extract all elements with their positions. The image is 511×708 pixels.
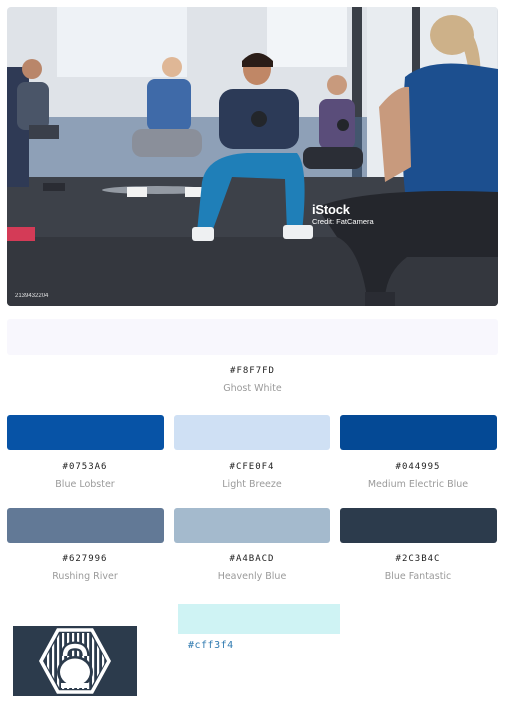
swatch-name: Medium Electric Blue: [367, 479, 469, 490]
swatch-hex: #044995: [395, 462, 441, 472]
swatch-rushing-river[interactable]: [7, 508, 164, 543]
swatch-medium-electric-blue[interactable]: [340, 415, 497, 450]
swatch-hex: #A4BACD: [229, 554, 275, 564]
swatch-blue-lobster[interactable]: [7, 415, 164, 450]
swatch-hex: #627996: [62, 554, 108, 564]
swatch-extra[interactable]: [178, 604, 340, 634]
photo-credit: Credit: FatCamera: [312, 217, 374, 226]
swatch-hex: #CFE0F4: [229, 462, 275, 472]
swatch-name: Rushing River: [52, 571, 118, 582]
swatch-hex: #2C3B4C: [395, 554, 441, 564]
stock-id: 2139432204: [15, 293, 49, 299]
swatch-name: Ghost White: [223, 383, 282, 394]
photo-illustration: [7, 7, 498, 306]
swatch-ghost-white[interactable]: [7, 319, 498, 355]
istock-watermark: iStock: [312, 202, 350, 217]
swatch-hex: #0753A6: [62, 462, 108, 472]
swatch-name: Heavenly Blue: [217, 571, 287, 582]
kettlebell-hexagon-icon: [39, 628, 111, 694]
swatch-name: Blue Lobster: [55, 479, 115, 490]
kettlebell-logo: [13, 626, 137, 696]
swatch-blue-fantastic[interactable]: [340, 508, 497, 543]
swatch-light-breeze[interactable]: [174, 415, 330, 450]
swatch-name: Blue Fantastic: [384, 571, 452, 582]
swatch-heavenly-blue[interactable]: [174, 508, 330, 543]
swatch-extra-hex: #cff3f4: [188, 640, 234, 651]
swatch-name: Light Breeze: [222, 479, 282, 490]
fitness-class-photo: iStock Credit: FatCamera 2139432204: [7, 7, 498, 306]
swatch-hex: #F8F7FD: [230, 366, 275, 376]
